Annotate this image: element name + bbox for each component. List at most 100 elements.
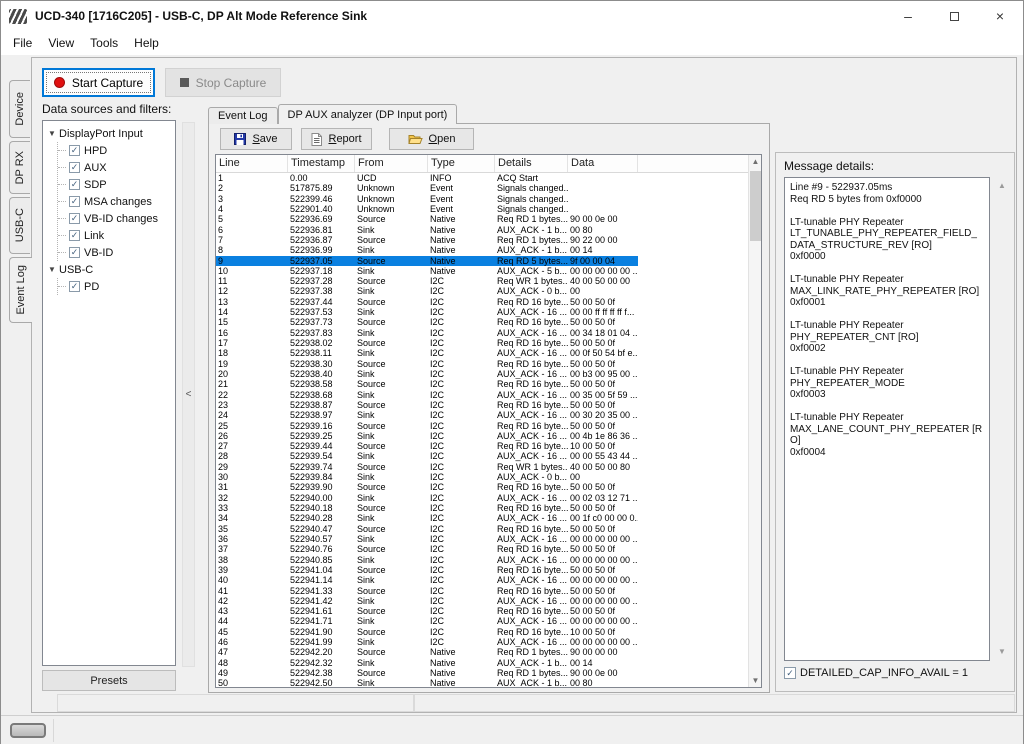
tree-node-displayport-input[interactable]: ▼DisplayPort Input <box>45 125 175 142</box>
column-header-data[interactable]: Data <box>568 155 638 172</box>
stop-capture-button[interactable]: Stop Capture <box>165 68 281 97</box>
table-row[interactable]: 27522939.44SourceI2CReq RD 16 byte...10 … <box>216 441 748 451</box>
table-row[interactable]: 11522937.28SourceI2CReq WR 1 bytes...40 … <box>216 276 748 286</box>
table-row[interactable]: 10522937.18SinkNativeAUX_ACK - 5 b...00 … <box>216 266 748 276</box>
scroll-down-icon[interactable]: ▼ <box>749 674 762 687</box>
column-header-type[interactable]: Type <box>428 155 495 172</box>
side-tab-device[interactable]: Device <box>9 80 30 138</box>
filter-checkbox[interactable]: ✓ <box>69 162 80 173</box>
tree-item-pd[interactable]: ✓PD <box>58 278 175 295</box>
table-row[interactable]: 33522940.18SourceI2CReq RD 16 byte...50 … <box>216 503 748 513</box>
table-row[interactable]: 42522941.42SinkI2CAUX_ACK - 16 ...00 00 … <box>216 596 748 606</box>
table-row[interactable]: 23522938.87SourceI2CReq RD 16 byte...50 … <box>216 400 748 410</box>
table-row[interactable]: 26522939.25SinkI2CAUX_ACK - 16 ...00 4b … <box>216 431 748 441</box>
table-row[interactable]: 39522941.04SourceI2CReq RD 16 byte...50 … <box>216 565 748 575</box>
table-row[interactable]: 32522940.00SinkI2CAUX_ACK - 16 ...00 02 … <box>216 493 748 503</box>
filter-checkbox[interactable]: ✓ <box>69 247 80 258</box>
tab-dp-aux-analyzer-dp-input-port-[interactable]: DP AUX analyzer (DP Input port) <box>278 104 458 124</box>
table-row[interactable]: 13522937.44SourceI2CReq RD 16 byte...50 … <box>216 297 748 307</box>
table-row[interactable]: 48522942.32SinkNativeAUX_ACK - 1 b...00 … <box>216 658 748 668</box>
table-row[interactable]: 35522940.47SourceI2CReq RD 16 byte...50 … <box>216 524 748 534</box>
table-row[interactable]: 10.00UCDINFOACQ Start <box>216 173 748 183</box>
filter-checkbox[interactable]: ✓ <box>69 196 80 207</box>
table-row[interactable]: 44522941.71SinkI2CAUX_ACK - 16 ...00 00 … <box>216 616 748 626</box>
tree-item-hpd[interactable]: ✓HPD <box>58 142 175 159</box>
table-row[interactable]: 40522941.14SinkI2CAUX_ACK - 16 ...00 00 … <box>216 575 748 585</box>
tree-item-link[interactable]: ✓Link <box>58 227 175 244</box>
table-row[interactable]: 8522936.99SinkNativeAUX_ACK - 1 b...00 1… <box>216 245 748 255</box>
filter-checkbox[interactable]: ✓ <box>69 145 80 156</box>
chevron-down-icon[interactable]: ▼ <box>45 265 59 274</box>
close-button[interactable]: × <box>977 1 1023 31</box>
filter-checkbox[interactable]: ✓ <box>69 230 80 241</box>
table-row[interactable]: 20522938.40SinkI2CAUX_ACK - 16 ...00 b3 … <box>216 369 748 379</box>
table-row[interactable]: 19522938.30SourceI2CReq RD 16 byte...50 … <box>216 359 748 369</box>
table-scrollbar[interactable]: ▲ ▼ <box>748 155 761 687</box>
tab-event-log[interactable]: Event Log <box>208 107 278 124</box>
table-row[interactable]: 41522941.33SourceI2CReq RD 16 byte...50 … <box>216 586 748 596</box>
presets-button[interactable]: Presets <box>42 670 176 691</box>
side-tab-dp-rx[interactable]: DP RX <box>9 141 30 194</box>
table-row[interactable]: 2517875.89UnknownEventSignals changed... <box>216 183 748 193</box>
table-row[interactable]: 49522942.38SourceNativeReq RD 1 bytes...… <box>216 668 748 678</box>
tree-node-usb-c[interactable]: ▼USB-C <box>45 261 175 278</box>
table-row[interactable]: 17522938.02SourceI2CReq RD 16 byte...50 … <box>216 338 748 348</box>
side-tab-usb-c[interactable]: USB-C <box>9 197 30 254</box>
table-row[interactable]: 45522941.90SourceI2CReq RD 16 byte...10 … <box>216 627 748 637</box>
table-row[interactable]: 6522936.81SinkNativeAUX_ACK - 1 b...00 8… <box>216 225 748 235</box>
table-row[interactable]: 50522942.50SinkNativeAUX_ACK - 1 b...00 … <box>216 678 748 687</box>
report-button[interactable]: Report <box>301 128 372 150</box>
column-header-line[interactable]: Line <box>216 155 288 172</box>
table-row[interactable]: 22522938.68SinkI2CAUX_ACK - 16 ...00 35 … <box>216 390 748 400</box>
table-row[interactable]: 21522938.58SourceI2CReq RD 16 byte...50 … <box>216 379 748 389</box>
table-row[interactable]: 31522939.90SourceI2CReq RD 16 byte...50 … <box>216 482 748 492</box>
table-row[interactable]: 5522936.69SourceNativeReq RD 1 bytes...9… <box>216 214 748 224</box>
minimize-button[interactable]: – <box>885 1 931 31</box>
table-row[interactable]: 38522940.85SinkI2CAUX_ACK - 16 ...00 00 … <box>216 555 748 565</box>
column-header-timestamp[interactable]: Timestamp <box>288 155 355 172</box>
column-header-from[interactable]: From <box>355 155 428 172</box>
details-scroll-up-icon[interactable]: ▲ <box>995 181 1009 190</box>
details-scroll-down-icon[interactable]: ▼ <box>995 647 1009 656</box>
table-row[interactable]: 30522939.84SinkI2CAUX_ACK - 0 b...00 <box>216 472 748 482</box>
table-row[interactable]: 36522940.57SinkI2CAUX_ACK - 16 ...00 00 … <box>216 534 748 544</box>
scroll-up-icon[interactable]: ▲ <box>749 155 762 168</box>
table-row[interactable]: 29522939.74SourceI2CReq WR 1 bytes...40 … <box>216 462 748 472</box>
table-row[interactable]: 25522939.16SourceI2CReq RD 16 byte...50 … <box>216 421 748 431</box>
tree-item-sdp[interactable]: ✓SDP <box>58 176 175 193</box>
column-header-details[interactable]: Details <box>495 155 568 172</box>
table-row[interactable]: 28522939.54SinkI2CAUX_ACK - 16 ...00 00 … <box>216 451 748 461</box>
table-row[interactable]: 4522901.40UnknownEventSignals changed... <box>216 204 748 214</box>
filter-checkbox[interactable]: ✓ <box>69 179 80 190</box>
tree-item-aux[interactable]: ✓AUX <box>58 159 175 176</box>
table-row[interactable]: 37522940.76SourceI2CReq RD 16 byte...50 … <box>216 544 748 554</box>
collapse-splitter[interactable]: < <box>182 122 195 667</box>
menu-item-tools[interactable]: Tools <box>82 31 126 55</box>
table-row[interactable]: 43522941.61SourceI2CReq RD 16 byte...50 … <box>216 606 748 616</box>
table-row[interactable]: 18522938.11SinkI2CAUX_ACK - 16 ...00 0f … <box>216 348 748 358</box>
menu-item-view[interactable]: View <box>40 31 82 55</box>
menu-item-help[interactable]: Help <box>126 31 167 55</box>
save-button[interactable]: Save <box>220 128 292 150</box>
table-row[interactable]: 34522940.28SinkI2CAUX_ACK - 16 ...00 1f … <box>216 513 748 523</box>
table-row[interactable]: 46522941.99SinkI2CAUX_ACK - 16 ...00 00 … <box>216 637 748 647</box>
table-row[interactable]: 14522937.53SinkI2CAUX_ACK - 16 ...00 00 … <box>216 307 748 317</box>
start-capture-button[interactable]: Start Capture <box>42 68 155 97</box>
table-row[interactable]: 9522937.05SourceNativeReq RD 5 bytes...9… <box>216 256 748 266</box>
table-row[interactable]: 3522399.46UnknownEventSignals changed... <box>216 194 748 204</box>
tree-item-vb-id[interactable]: ✓VB-ID <box>58 244 175 261</box>
tree-item-msa-changes[interactable]: ✓MSA changes <box>58 193 175 210</box>
side-tab-event-log[interactable]: Event Log <box>9 257 32 323</box>
table-row[interactable]: 12522937.38SinkI2CAUX_ACK - 0 b...00 <box>216 286 748 296</box>
scrollbar-thumb[interactable] <box>750 171 761 241</box>
maximize-button[interactable] <box>931 1 977 31</box>
open-button[interactable]: Open <box>389 128 474 150</box>
table-row[interactable]: 16522937.83SinkI2CAUX_ACK - 16 ...00 34 … <box>216 328 748 338</box>
menu-item-file[interactable]: File <box>5 31 40 55</box>
filter-checkbox[interactable]: ✓ <box>69 213 80 224</box>
tree-item-vb-id-changes[interactable]: ✓VB-ID changes <box>58 210 175 227</box>
table-row[interactable]: 47522942.20SourceNativeReq RD 1 bytes...… <box>216 647 748 657</box>
filter-checkbox[interactable]: ✓ <box>69 281 80 292</box>
table-row[interactable]: 7522936.87SourceNativeReq RD 1 bytes...9… <box>216 235 748 245</box>
detailed-cap-info-checkbox[interactable]: ✓ <box>784 667 796 679</box>
